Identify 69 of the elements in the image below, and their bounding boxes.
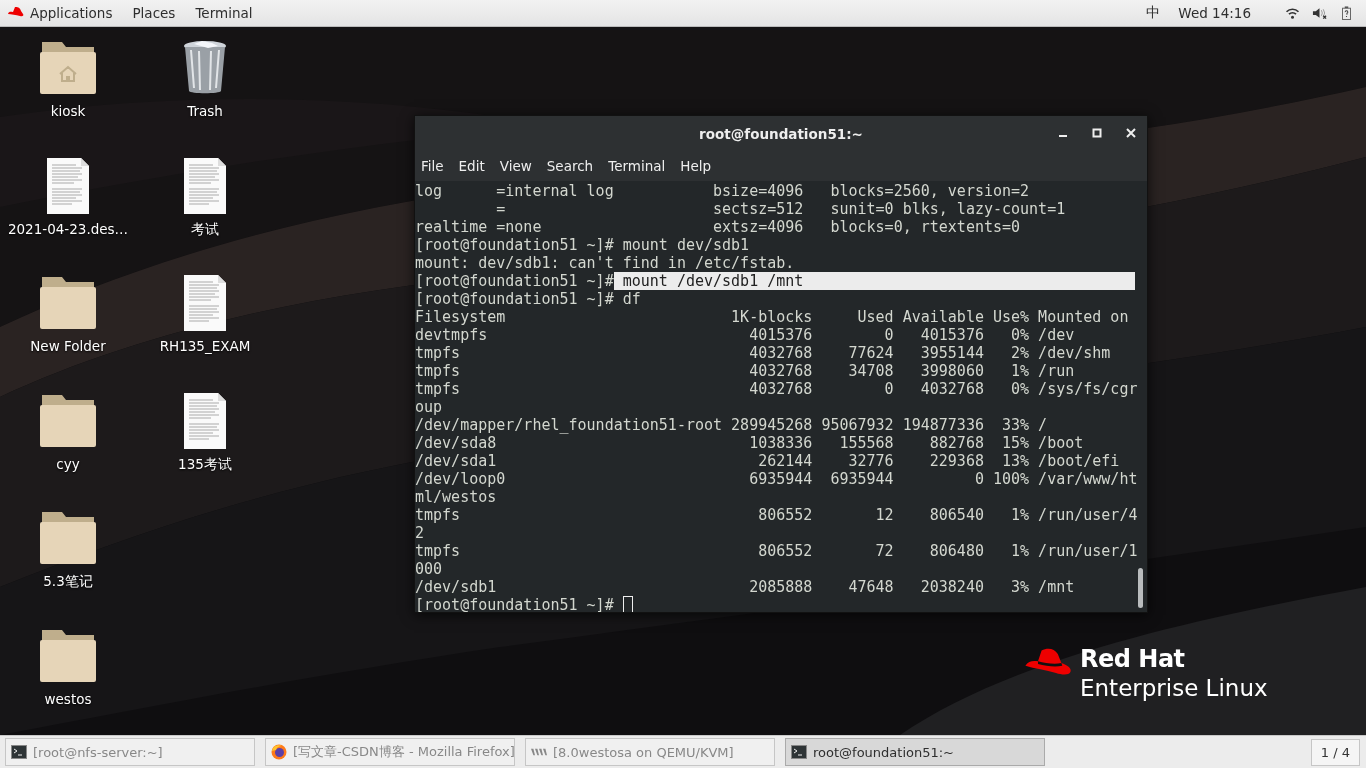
workspace-switcher[interactable]: 1 / 4 <box>1310 738 1360 766</box>
terminal-line: tmpfs 4032768 34708 3998060 1% /run <box>415 362 1075 380</box>
document-icon[interactable] <box>47 157 89 214</box>
trash-icon[interactable] <box>182 40 228 94</box>
document-icon[interactable] <box>184 157 226 214</box>
icon-label[interactable]: 2021-04-23.des… <box>7 220 129 237</box>
terminal-line: oup <box>415 398 443 416</box>
terminal-line: tmpfs 4032768 77624 3955144 2% /dev/shm <box>415 344 1111 362</box>
folder-icon[interactable] <box>40 627 96 682</box>
menu-item[interactable]: File <box>421 158 444 174</box>
terminal-icon <box>11 744 27 760</box>
icon-label[interactable]: 5.3笔记 <box>43 573 93 591</box>
terminal-line: devtmpfs 4015376 0 4015376 0% /dev <box>415 326 1075 344</box>
icon-label[interactable]: westos <box>44 690 92 707</box>
terminal-line: /dev/sda1 262144 32776 229368 13% /boot/efi <box>415 452 1120 470</box>
icon-label[interactable]: 135考试 <box>178 455 232 474</box>
terminal-line: /dev/sdb1 2085888 47648 2038240 3% /mnt <box>415 578 1075 596</box>
menu-item[interactable]: Edit <box>458 158 485 174</box>
window-title: root@foundation51:~ <box>699 125 863 142</box>
input-method-indicator[interactable]: 中 <box>1146 4 1161 22</box>
terminal-line: ml/westos <box>415 488 497 506</box>
document-icon[interactable] <box>184 392 226 449</box>
icon-label[interactable]: 考试 <box>191 220 219 239</box>
terminal-line: [root@foundation51 ~]# <box>415 596 614 612</box>
selected-text: mount /dev/sdb1 /mnt <box>613 272 1135 290</box>
terminal-line: log =internal log bsize=4096 blocks=2560, version=2 <box>415 182 1030 200</box>
terminal-line: [root@foundation51 ~]# df <box>415 290 641 308</box>
close-icon[interactable] <box>1125 127 1137 139</box>
terminal-line: 2 <box>415 524 425 542</box>
logo-product: Enterprise Linux <box>1080 674 1268 703</box>
volume-muted-icon[interactable] <box>1312 6 1327 20</box>
terminal-line: realtime =none extsz=4096 blocks=0, rtextents=0 <box>415 218 1021 236</box>
terminal-line: tmpfs 806552 12 806540 1% /run/user/4 <box>415 506 1138 524</box>
folder-icon[interactable] <box>40 392 96 447</box>
terminal-line: [root@foundation51 ~]# <box>415 272 614 290</box>
icon-label[interactable]: cyy <box>56 455 80 472</box>
menu-item[interactable]: Terminal <box>608 158 666 174</box>
folder-icon[interactable] <box>40 510 96 564</box>
terminal-line: 000 <box>415 560 443 578</box>
terminal-line: [root@foundation51 ~]# mount dev/sdb1 <box>415 236 750 254</box>
icon-label[interactable]: Trash <box>187 103 223 119</box>
top-menu[interactable]: Places <box>132 5 176 21</box>
terminal-line: /dev/loop0 6935944 6935944 0 100% /var/www/ht <box>415 470 1138 488</box>
terminal-line: tmpfs 4032768 0 4032768 0% /sys/fs/cgr <box>415 380 1138 398</box>
menu-item[interactable]: Search <box>546 158 594 174</box>
top-menu[interactable]: Applications <box>30 5 113 21</box>
icon-label[interactable]: kiosk <box>50 103 86 119</box>
firefox-icon <box>271 744 287 760</box>
menu-item[interactable]: Help <box>680 158 712 174</box>
terminal-line: mount: dev/sdb1: can't find in /etc/fstab. <box>415 254 795 272</box>
terminal-line: tmpfs 806552 72 806480 1% /run/user/1 <box>415 542 1138 560</box>
logo-brand: Red Hat <box>1080 645 1186 674</box>
scrollbar-thumb[interactable] <box>1138 568 1143 608</box>
folder-icon[interactable] <box>40 275 96 329</box>
battery-icon[interactable] <box>1339 6 1354 20</box>
terminal-line: = sectsz=512 sunit=0 blks, lazy-count=1 <box>495 200 1066 218</box>
terminal-line: /dev/sda8 1038336 155568 882768 15% /boot <box>415 434 1084 452</box>
clock[interactable]: Wed 14:16 <box>1178 5 1251 21</box>
maximize-icon[interactable] <box>1091 127 1103 139</box>
icon-label[interactable]: New Folder <box>30 338 106 354</box>
folder-icon[interactable] <box>40 40 96 94</box>
menu-item[interactable]: View <box>499 158 532 174</box>
wifi-icon[interactable] <box>1285 6 1300 20</box>
terminal-icon <box>791 744 807 760</box>
taskbar-button[interactable]: root@foundation51:~ <box>785 738 1045 766</box>
terminal-line: /dev/mapper/rhel_foundation51-root 289945268 95067932 194877336 33% / <box>415 416 1048 434</box>
icon-label[interactable]: RH135_EXAM <box>159 338 251 354</box>
top-menu[interactable]: Terminal <box>195 5 253 21</box>
terminal-line: Filesystem 1K-blocks Used Available Use% Mounted on <box>415 308 1129 326</box>
